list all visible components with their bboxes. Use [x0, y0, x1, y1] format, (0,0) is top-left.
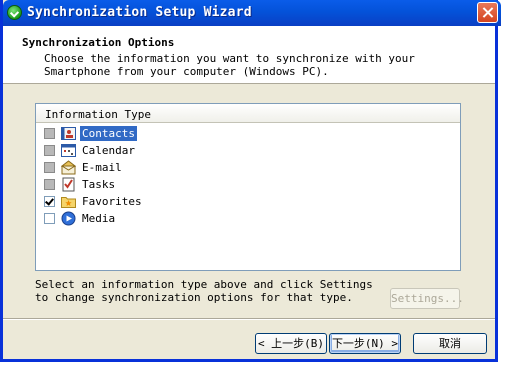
contacts-icon	[61, 127, 76, 140]
list-item-label: E-mail	[82, 161, 122, 174]
calendar-icon	[61, 144, 76, 157]
list-item-label: Tasks	[82, 178, 116, 191]
settings-instruction: Select an information type above and cli…	[35, 278, 373, 304]
page-description: Choose the information you want to synch…	[44, 52, 415, 78]
media-checkbox[interactable]	[44, 213, 55, 224]
list-item-favorites[interactable]: Favorites	[36, 193, 460, 210]
wizard-header: Synchronization Options Choose the infor…	[3, 26, 495, 84]
page-title: Synchronization Options	[22, 36, 175, 49]
column-header-label: Information Type	[45, 108, 151, 121]
column-header-information-type[interactable]: Information Type	[36, 104, 460, 123]
favorites-folder-icon	[61, 197, 76, 208]
tasks-checkbox[interactable]	[44, 179, 55, 190]
list-item-label: Favorites	[82, 195, 142, 208]
favorites-checkbox[interactable]	[44, 196, 55, 207]
sync-wizard-icon	[7, 5, 22, 20]
cancel-button[interactable]: 取消	[413, 333, 487, 354]
list-item-media[interactable]: Media	[36, 210, 460, 227]
media-icon	[61, 211, 76, 226]
back-button[interactable]: < 上一步(B)	[255, 333, 327, 354]
close-button[interactable]	[477, 2, 498, 23]
information-type-list[interactable]: Information Type Contacts Calendar E-mai…	[35, 103, 461, 271]
title-bar[interactable]: Synchronization Setup Wizard	[3, 0, 501, 26]
email-checkbox[interactable]	[44, 162, 55, 173]
settings-button[interactable]: Settings...	[390, 288, 464, 309]
email-icon	[61, 160, 76, 175]
list-item-calendar[interactable]: Calendar	[36, 142, 460, 159]
list-item-label: Media	[82, 212, 116, 225]
window-title: Synchronization Setup Wizard	[27, 5, 252, 20]
list-item-email[interactable]: E-mail	[36, 159, 460, 176]
next-button[interactable]: 下一步(N) >	[329, 333, 401, 354]
footer-divider	[3, 318, 495, 320]
list-item-contacts[interactable]: Contacts	[36, 125, 460, 142]
calendar-checkbox[interactable]	[44, 145, 55, 156]
contacts-checkbox[interactable]	[44, 128, 55, 139]
list-item-label: Contacts	[80, 126, 137, 141]
list-item-label: Calendar	[82, 144, 135, 157]
list-item-tasks[interactable]: Tasks	[36, 176, 460, 193]
tasks-icon	[62, 177, 75, 192]
